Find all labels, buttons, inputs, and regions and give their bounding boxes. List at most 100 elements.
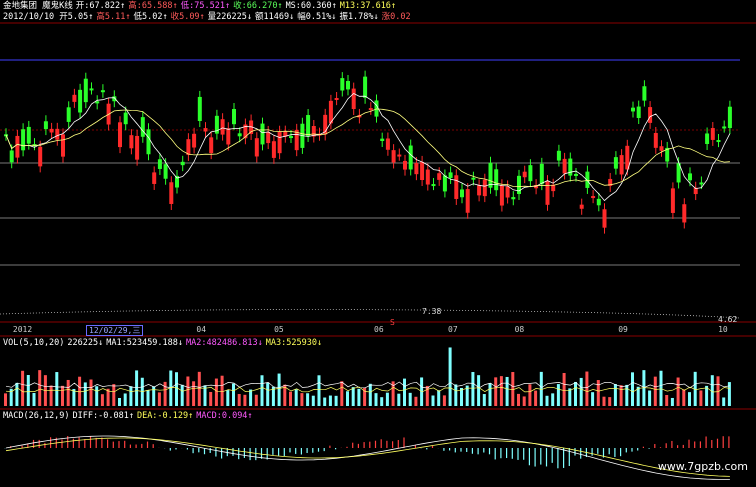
volume-bar-46 [266, 382, 270, 406]
candle-body-2 [15, 135, 20, 158]
volume-bar-21 [123, 393, 127, 406]
volume-field-3: MA2:482486.813↓ [186, 338, 263, 348]
volume-bar-48 [277, 373, 281, 406]
candle-body-47 [271, 141, 276, 158]
volume-bar-50 [289, 391, 292, 406]
volume-bar-99 [568, 388, 572, 406]
volume-bar-45 [260, 375, 264, 406]
volume-bar-82 [471, 372, 475, 406]
candle-body-75 [431, 184, 436, 187]
candle-body-100 [574, 173, 578, 176]
volume-field-0: VOL(5,10,20) [3, 338, 65, 348]
candle-body-99 [568, 158, 573, 176]
volume-bar-24 [140, 377, 144, 406]
candle-body-41 [237, 133, 242, 137]
candle-body-83 [477, 185, 482, 196]
s-marker: S [390, 318, 395, 327]
volume-bar-38 [220, 375, 224, 406]
volume-bar-65 [374, 393, 378, 406]
volume-bar-80 [460, 387, 463, 406]
candle-body-114 [653, 132, 658, 148]
candle-body-123 [705, 133, 710, 144]
watermark: www.7gpzb.com [657, 460, 748, 473]
volume-bar-70 [403, 378, 406, 406]
volume-bar-17 [100, 394, 104, 406]
volume-bar-77 [442, 395, 446, 406]
candle-body-9 [55, 128, 60, 140]
candle-body-6 [38, 146, 43, 167]
candle-body-111 [636, 106, 641, 118]
candle-body-80 [460, 189, 464, 198]
macd-header: MACD(26,12,9) DIFF:-0.081↑ DEA:-0.129↑ MACD… [3, 411, 256, 422]
volume-bar-104 [596, 380, 600, 406]
volume-bar-105 [602, 396, 606, 406]
volume-bar-85 [488, 383, 492, 406]
candle-body-61 [351, 88, 356, 110]
candle-body-63 [363, 76, 368, 98]
volume-bar-59 [340, 381, 344, 406]
candle-body-59 [340, 78, 345, 91]
volume-bar-14 [83, 382, 87, 406]
candle-body-29 [169, 182, 174, 204]
candle-body-4 [26, 126, 31, 144]
ma5-line [5, 93, 731, 202]
candle-body-89 [511, 197, 516, 200]
volume-bar-4 [26, 375, 30, 406]
volume-bar-109 [625, 384, 629, 406]
volume-bar-41 [237, 394, 241, 406]
volume-bar-110 [631, 372, 634, 406]
candle-body-98 [562, 158, 567, 174]
candle-body-122 [699, 182, 704, 185]
volume-bar-100 [574, 381, 577, 406]
candle-body-26 [152, 172, 157, 184]
candle-body-102 [585, 171, 590, 188]
volume-bar-71 [408, 392, 412, 406]
volume-bar-83 [477, 375, 481, 406]
volume-bar-101 [579, 377, 583, 406]
candle-body-107 [613, 157, 618, 169]
candle-body-58 [334, 98, 339, 101]
candle-body-91 [522, 171, 527, 178]
volume-bar-32 [186, 376, 190, 406]
candle-body-35 [203, 128, 208, 132]
volume-bar-57 [328, 395, 332, 406]
volume-bar-33 [192, 381, 196, 406]
candle-body-50 [289, 136, 293, 139]
candle-body-69 [397, 154, 402, 157]
volume-bar-56 [323, 397, 327, 406]
candle-body-28 [163, 164, 168, 179]
candle-body-15 [89, 88, 94, 91]
date-axis-label-2: 05 [274, 325, 284, 334]
macd-field-0: MACD(26,12,9) [3, 411, 70, 421]
candle-body-92 [528, 165, 533, 182]
volume-bar-88 [505, 376, 509, 406]
volume-bar-10 [61, 385, 64, 406]
volume-bar-75 [431, 395, 435, 406]
diff-line [5, 435, 730, 480]
volume-bar-120 [688, 392, 691, 406]
candle-body-3 [21, 129, 26, 151]
candle-body-101 [579, 204, 584, 209]
dea-line [5, 437, 730, 477]
volume-bar-27 [157, 392, 161, 406]
volume-bar-93 [534, 390, 538, 406]
candle-body-21 [123, 112, 128, 125]
volume-bar-55 [317, 375, 321, 406]
volume-bar-119 [682, 389, 686, 406]
candle-body-10 [61, 134, 65, 157]
candle-body-88 [505, 186, 510, 198]
candle-body-14 [83, 78, 88, 103]
volume-bar-89 [511, 372, 515, 406]
candle-body-127 [727, 106, 732, 129]
volume-bar-61 [351, 387, 355, 406]
volume-bar-60 [346, 391, 349, 406]
volume-bar-116 [665, 395, 669, 406]
candle-body-105 [602, 209, 607, 228]
volume-bar-107 [613, 384, 617, 406]
macd-field-2: DEA:-0.129↑ [136, 411, 194, 421]
volume-bar-67 [385, 392, 389, 406]
candle-body-38 [220, 119, 225, 135]
volume-bar-52 [300, 393, 304, 406]
candle-body-12 [72, 94, 77, 102]
volume-bar-3 [21, 370, 25, 406]
